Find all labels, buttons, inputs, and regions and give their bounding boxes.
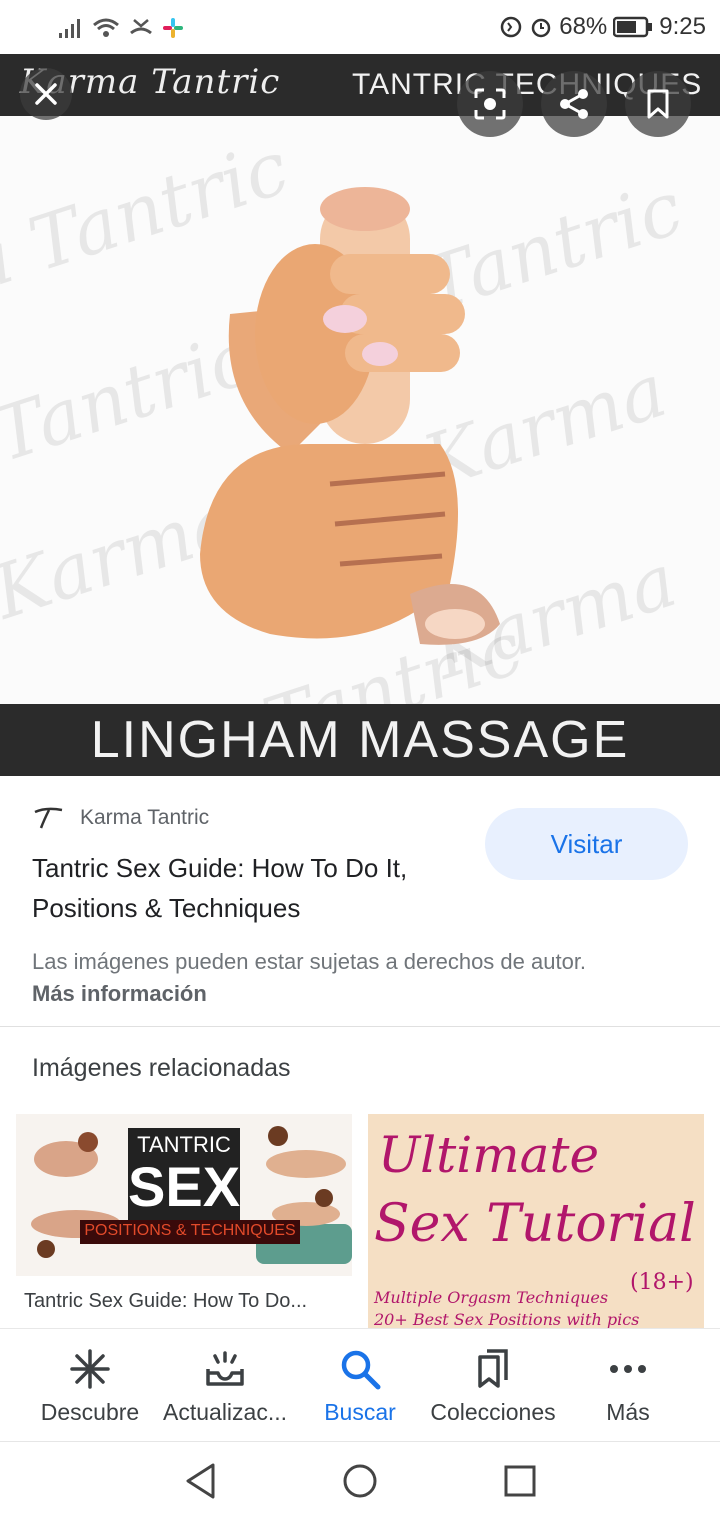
hands-illustration [200,187,500,645]
recents-icon[interactable] [503,1464,537,1498]
lens-button[interactable] [457,71,523,137]
source-name: Karma Tantric [80,806,210,829]
status-bar: 68% 9:25 [0,0,720,54]
wifi-icon [93,18,119,37]
back-icon[interactable] [183,1462,219,1500]
share-icon [560,89,588,119]
bottom-nav: Descubre Actualizac... Buscar Coleccione… [0,1328,720,1441]
card-text-age: (18+) [630,1270,694,1295]
close-icon [35,83,57,105]
divider [0,1026,720,1027]
copyright-text: Las imágenes pueden estar sujetas a dere… [32,949,587,974]
nav-label: Colecciones [430,1399,556,1425]
data-saver-icon [500,16,522,38]
card-text-ultimate: Ultimate [378,1126,600,1184]
card-text-sex-tutorial: Sex Tutorial [374,1194,696,1254]
system-nav-bar [0,1441,720,1521]
home-icon[interactable] [341,1462,379,1500]
nav-descubre[interactable]: Descubre [18,1347,162,1426]
hero-bottom-band: LINGHAM MASSAGE [0,704,720,776]
hero-bottom-caption: LINGHAM MASSAGE [90,711,630,769]
nav-label: Buscar [324,1399,396,1425]
hero-top-band: Karma Tantric TANTRIC TECHNIQUES [0,54,720,116]
related-image-card[interactable]: Ultimate Sex Tutorial (18+) Multiple Org… [368,1114,704,1328]
status-icons-left [58,14,184,42]
collections-icon [478,1349,508,1388]
related-image-card[interactable]: TANTRIC SEX POSITIONS & TECHNIQUES [16,1114,352,1276]
missed-call-icon [130,19,152,35]
status-icons-right: 68% 9:25 [499,10,706,44]
alarm-icon [531,18,551,38]
nav-colecciones[interactable]: Colecciones [421,1347,565,1426]
slack-icon [163,18,183,38]
close-button[interactable] [20,68,72,120]
card-text-sex: SEX [128,1155,241,1218]
share-button[interactable] [541,71,607,137]
bookmark-icon [647,89,669,119]
nav-label: Descubre [40,1399,140,1425]
search-icon [341,1350,381,1390]
related-images-heading: Imágenes relacionadas [32,1054,291,1082]
card-text-orgasm: Multiple Orgasm Techniques [374,1288,609,1307]
lens-icon [474,88,506,120]
battery-icon [613,16,653,38]
more-info-link[interactable]: Más información [32,978,692,1010]
visit-button[interactable]: Visitar [485,808,688,880]
battery-percent: 68% [559,13,608,40]
related-image-caption[interactable]: Tantric Sex Guide: How To Do... [24,1290,344,1313]
copyright-notice: Las imágenes pueden estar sujetas a dere… [32,946,692,1010]
nav-label: Actualizac... [163,1399,287,1425]
signal-icon [59,19,80,38]
hero-image[interactable]: a Tantric Tantric Tantric Karma Karma Ka… [0,54,720,776]
updates-tray-icon [206,1351,244,1386]
more-dots-icon [610,1365,646,1373]
card-text-positions-pics: 20+ Best Sex Positions with pics [374,1310,640,1328]
source-favicon-icon [34,807,63,829]
card-text-positions: POSITIONS & TECHNIQUES [84,1222,296,1239]
save-button[interactable] [625,71,691,137]
result-title[interactable]: Tantric Sex Guide: How To Do It, Positio… [32,848,472,928]
nav-actualizaciones[interactable]: Actualizac... [153,1347,297,1426]
nav-mas[interactable]: Más [556,1347,700,1426]
clock-time: 9:25 [659,13,706,40]
asterisk-icon [70,1349,110,1389]
source-row[interactable]: Karma Tantric [32,806,209,830]
nav-label: Más [606,1399,650,1425]
nav-buscar[interactable]: Buscar [288,1347,432,1426]
